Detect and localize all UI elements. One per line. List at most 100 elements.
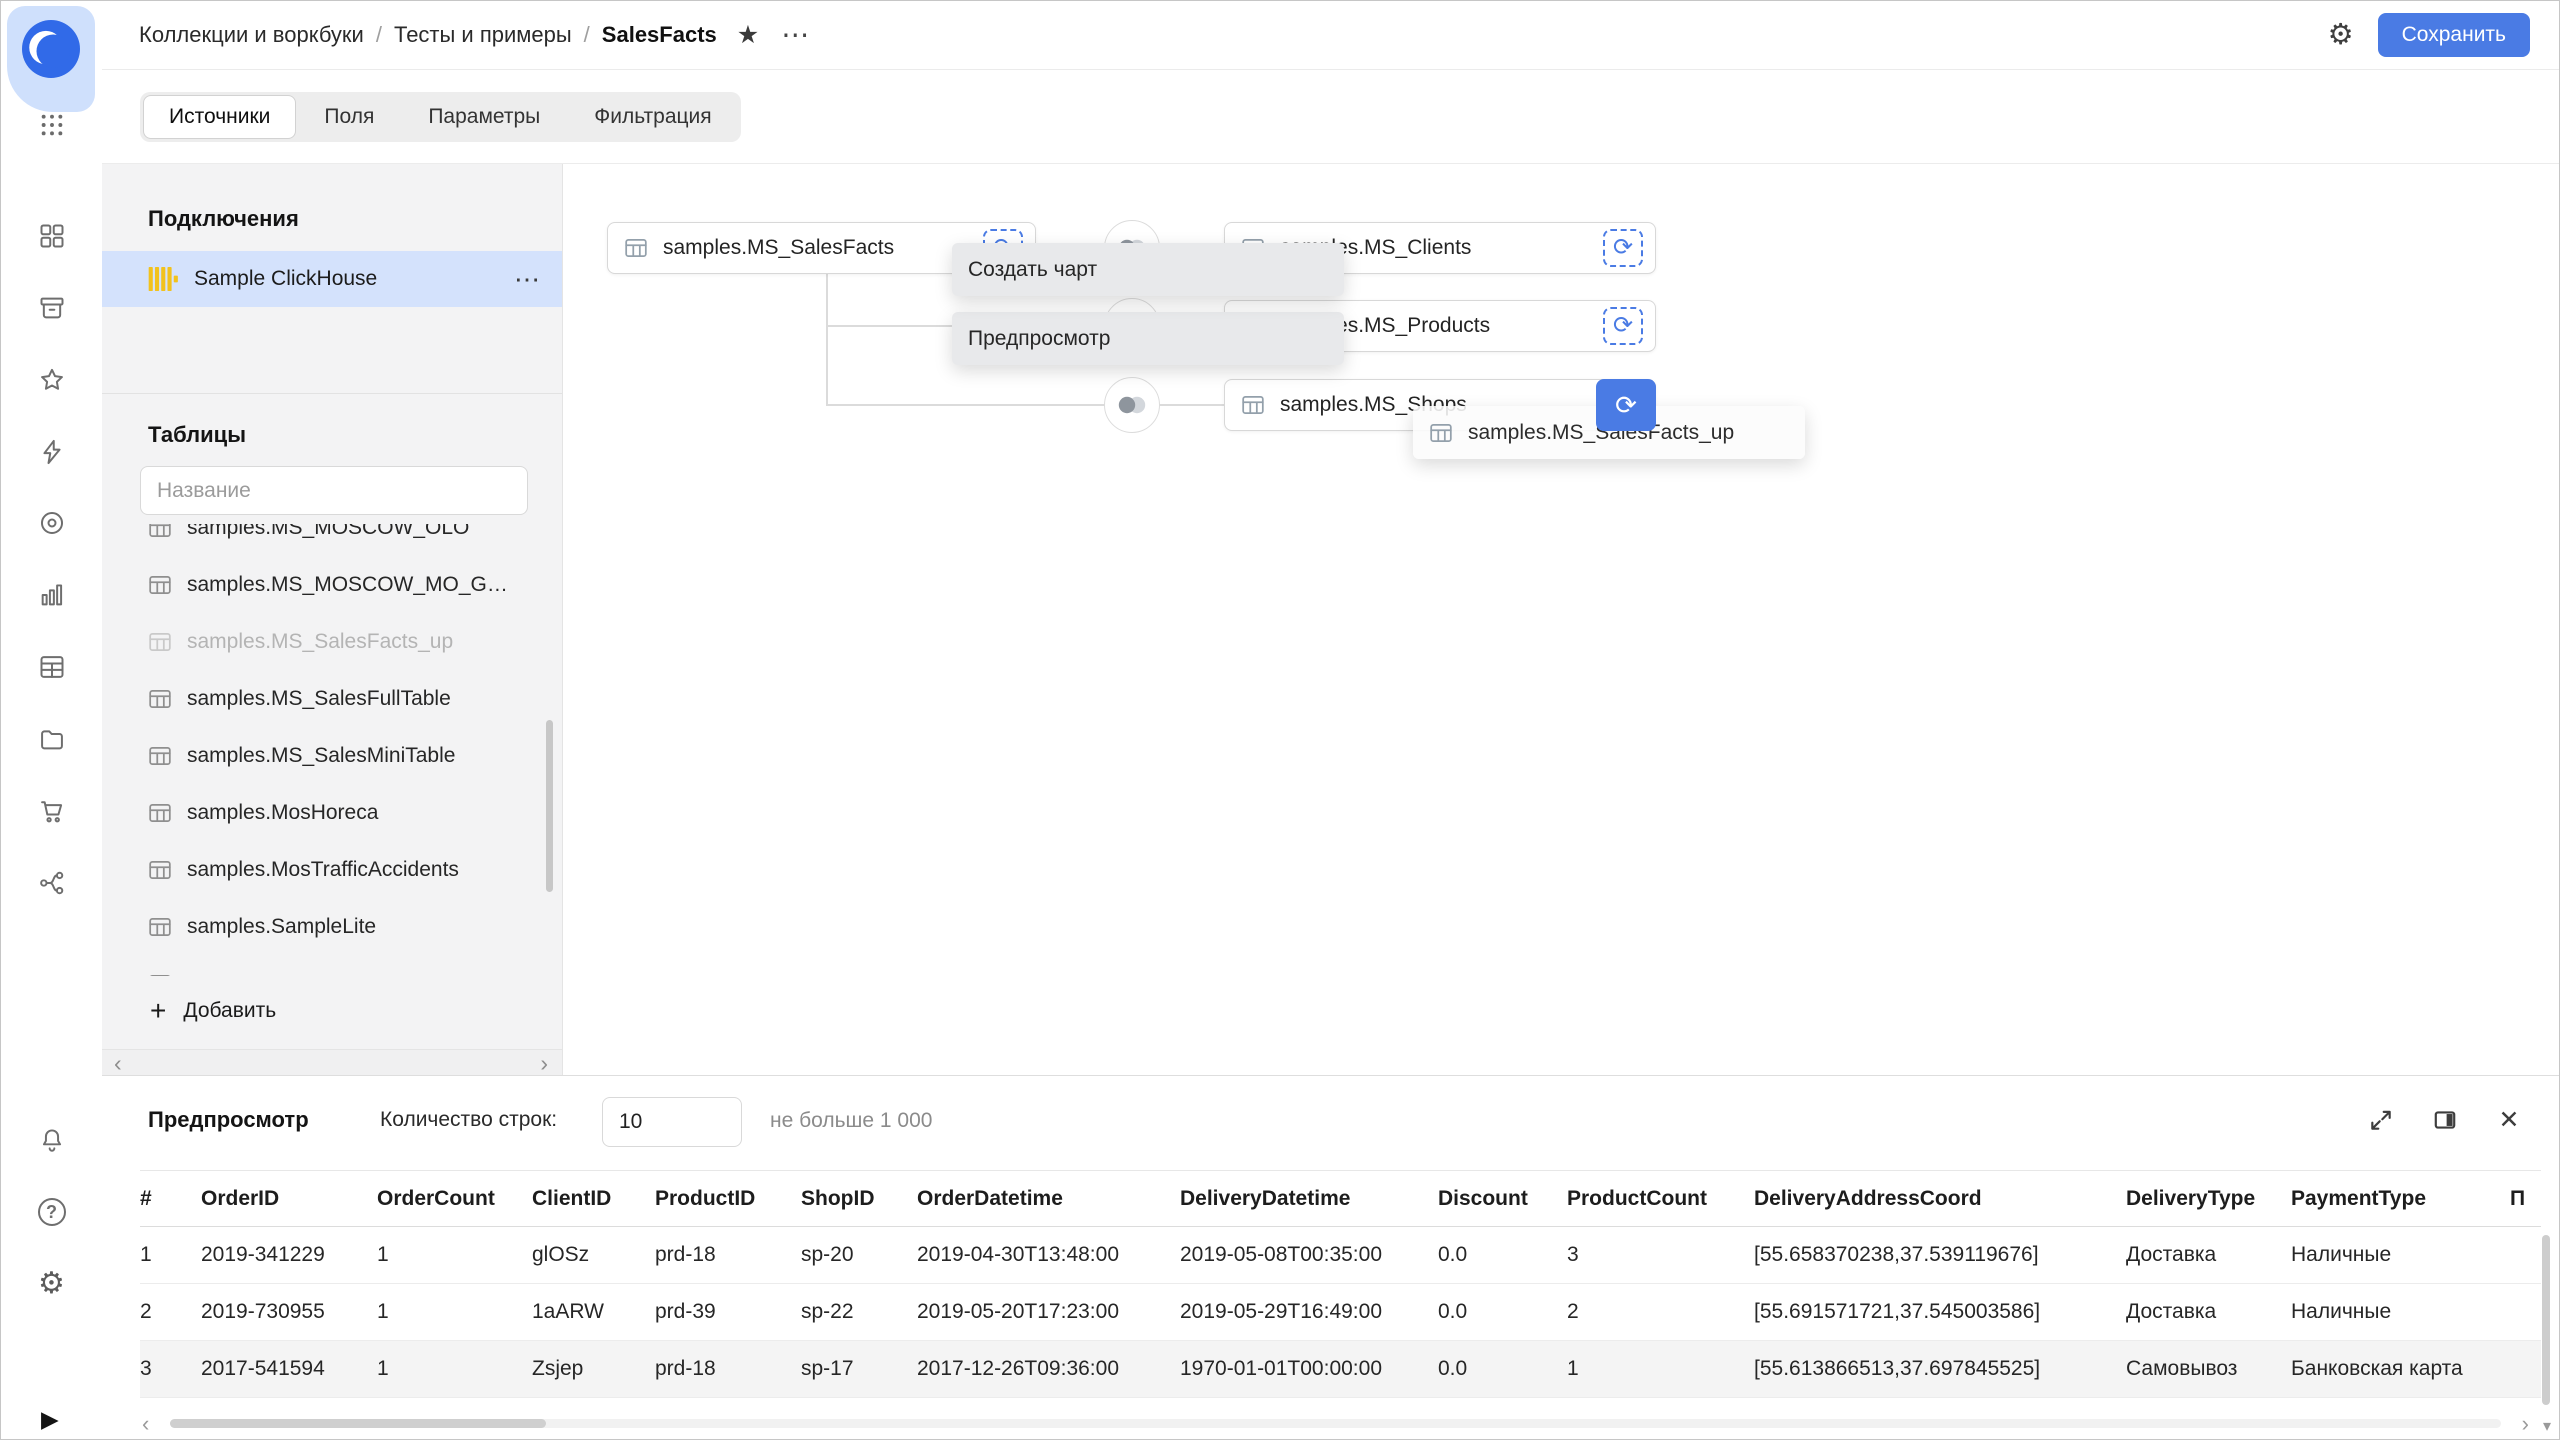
table-search-input[interactable]	[140, 466, 528, 515]
breadcrumb-collections[interactable]: Коллекции и воркбуки	[139, 22, 364, 48]
expand-panel-play-icon[interactable]: ▶	[41, 1406, 59, 1433]
cell: 1	[377, 1243, 532, 1267]
add-table-button[interactable]: + Добавить	[150, 986, 276, 1036]
bell-icon	[38, 1126, 66, 1154]
column-header: ClientID	[532, 1187, 655, 1211]
table-name: samples.MS_MOSCOW_OLO	[187, 524, 469, 540]
table-list-item[interactable]: samples.MS_MOSCOW_MO_G…	[102, 556, 562, 613]
table-list-item-partial[interactable]	[102, 955, 562, 976]
scroll-left-icon[interactable]: ‹	[142, 1411, 149, 1437]
dataset-settings-gear-icon[interactable]: ⚙	[2328, 21, 2354, 50]
favorite-star-icon[interactable]: ★	[737, 20, 759, 50]
scroll-right-icon[interactable]: ›	[540, 1049, 548, 1077]
sidebar-item-charts[interactable]	[37, 580, 67, 610]
settings-button[interactable]: ⚙	[37, 1269, 67, 1299]
table-name: samples.MS_SalesFullTable	[187, 687, 451, 711]
preview-row-highlighted: 3 2017-541594 1 Zsjep prd-18 sp-17 2017-…	[140, 1341, 2541, 1398]
preview-title: Предпросмотр	[148, 1107, 309, 1133]
scrollbar-track[interactable]	[170, 1419, 2501, 1428]
relations-canvas[interactable]: samples.MS_SalesFacts ⟳ samples.MS_Clien…	[563, 164, 2559, 1077]
table-list-item[interactable]: samples.MS_SalesFullTable	[102, 670, 562, 727]
table-list-item[interactable]: samples.MS_SalesMiniTable	[102, 727, 562, 784]
breadcrumb-workbook[interactable]: Тесты и примеры	[394, 22, 572, 48]
scroll-left-icon[interactable]: ‹	[114, 1049, 122, 1077]
close-preview-button[interactable]: ✕	[2495, 1106, 2523, 1134]
sidebar-horizontal-scrollbar[interactable]: ‹ ›	[102, 1049, 562, 1077]
column-header: DeliveryType	[2126, 1187, 2291, 1211]
column-header: DeliveryAddressCoord	[1754, 1187, 2126, 1211]
create-chart-button[interactable]: Создать чарт	[952, 243, 1344, 296]
cell: 2017-541594	[201, 1357, 377, 1381]
scrollbar-thumb[interactable]	[2542, 1235, 2550, 1405]
cell: sp-20	[801, 1243, 917, 1267]
refresh-source-button-active[interactable]: ⟳	[1596, 379, 1656, 431]
preview-table: # OrderID OrderCount ClientID ProductID …	[140, 1170, 2541, 1398]
cell: Наличные	[2291, 1300, 2510, 1324]
connection-menu-icon[interactable]: ⋯	[514, 266, 540, 292]
sidebar-item-connections[interactable]	[37, 437, 67, 467]
join-settings-button[interactable]	[1104, 377, 1160, 433]
cell: prd-18	[655, 1357, 801, 1381]
preview-vertical-scrollbar[interactable]	[2542, 1226, 2550, 1397]
sidebar-item-flows[interactable]	[37, 868, 67, 898]
cell: 2017-12-26T09:36:00	[917, 1357, 1180, 1381]
sidebar-item-datasets[interactable]	[37, 508, 67, 538]
tab-parameters[interactable]: Параметры	[402, 95, 566, 139]
scrollbar-thumb[interactable]	[170, 1419, 546, 1428]
cell: 2019-04-30T13:48:00	[917, 1243, 1180, 1267]
sidebar-item-marketplace[interactable]	[37, 796, 67, 826]
relation-line	[1160, 404, 1224, 406]
dock-preview-button[interactable]	[2431, 1106, 2459, 1134]
column-header: П	[2510, 1187, 2541, 1211]
cell: 1970-01-01T00:00:00	[1180, 1357, 1438, 1381]
cell: Доставка	[2126, 1243, 2291, 1267]
tab-fields[interactable]: Поля	[298, 95, 400, 139]
table-list-item[interactable]: samples.MS_MOSCOW_OLO	[102, 524, 562, 556]
table-icon	[148, 524, 172, 540]
squares-icon	[38, 222, 66, 250]
preview-toggle-button[interactable]: Предпросмотр	[952, 312, 1344, 365]
table-list-item[interactable]: samples.MosTrafficAccidents	[102, 841, 562, 898]
table-icon	[148, 858, 172, 882]
sidebar-item-files[interactable]	[37, 724, 67, 754]
expand-icon	[2368, 1107, 2394, 1133]
star-icon	[38, 366, 66, 394]
sidebar-item-dashboards[interactable]	[37, 221, 67, 251]
app-logo-button[interactable]	[7, 6, 95, 112]
sidebar-item-favorites[interactable]	[37, 365, 67, 395]
cell: 2019-05-08T00:35:00	[1180, 1243, 1438, 1267]
save-button[interactable]: Сохранить	[2378, 13, 2530, 57]
cell: 3	[1567, 1243, 1754, 1267]
close-icon: ✕	[2499, 1108, 2520, 1133]
table-name: samples.MS_MOSCOW_MO_G…	[187, 573, 508, 597]
table-name: samples.MS_SalesMiniTable	[187, 744, 455, 768]
column-header: #	[140, 1187, 201, 1211]
column-header: DeliveryDatetime	[1180, 1187, 1438, 1211]
breadcrumb-separator: /	[584, 22, 590, 48]
scroll-right-icon[interactable]: ›	[2522, 1411, 2529, 1437]
row-count-input[interactable]	[602, 1097, 742, 1147]
more-actions-icon[interactable]: ⋯	[781, 21, 809, 49]
notifications-bell-icon[interactable]	[37, 1125, 67, 1155]
clickhouse-connection-icon	[146, 263, 178, 295]
refresh-source-button[interactable]: ⟳	[1603, 307, 1643, 345]
refresh-source-button[interactable]: ⟳	[1603, 229, 1643, 267]
tab-filtering[interactable]: Фильтрация	[568, 95, 737, 139]
tables-scrollbar-thumb[interactable]	[546, 720, 553, 892]
sidebar-item-tables[interactable]	[37, 652, 67, 682]
preview-horizontal-scrollbar[interactable]: ‹ ›	[140, 1415, 2531, 1433]
all-services-grid-icon[interactable]	[37, 110, 67, 140]
table-list-item[interactable]: samples.MosHoreca	[102, 784, 562, 841]
connection-item-selected[interactable]: Sample ClickHouse ⋯	[102, 251, 562, 307]
question-icon: ?	[38, 1198, 66, 1226]
cell: 2019-341229	[201, 1243, 377, 1267]
table-list-item[interactable]: samples.SampleLite	[102, 898, 562, 955]
sources-sidebar: Подключения Sample ClickHouse ⋯ Таблицы	[102, 164, 563, 1077]
left-rail: ? ⚙ ▶	[1, 1, 102, 1439]
expand-preview-button[interactable]	[2367, 1106, 2395, 1134]
tab-sources[interactable]: Источники	[143, 95, 296, 139]
column-header: ShopID	[801, 1187, 917, 1211]
help-button[interactable]: ?	[37, 1197, 67, 1227]
scroll-down-icon[interactable]: ▾	[2543, 1416, 2551, 1436]
sidebar-item-workbooks[interactable]	[37, 293, 67, 323]
